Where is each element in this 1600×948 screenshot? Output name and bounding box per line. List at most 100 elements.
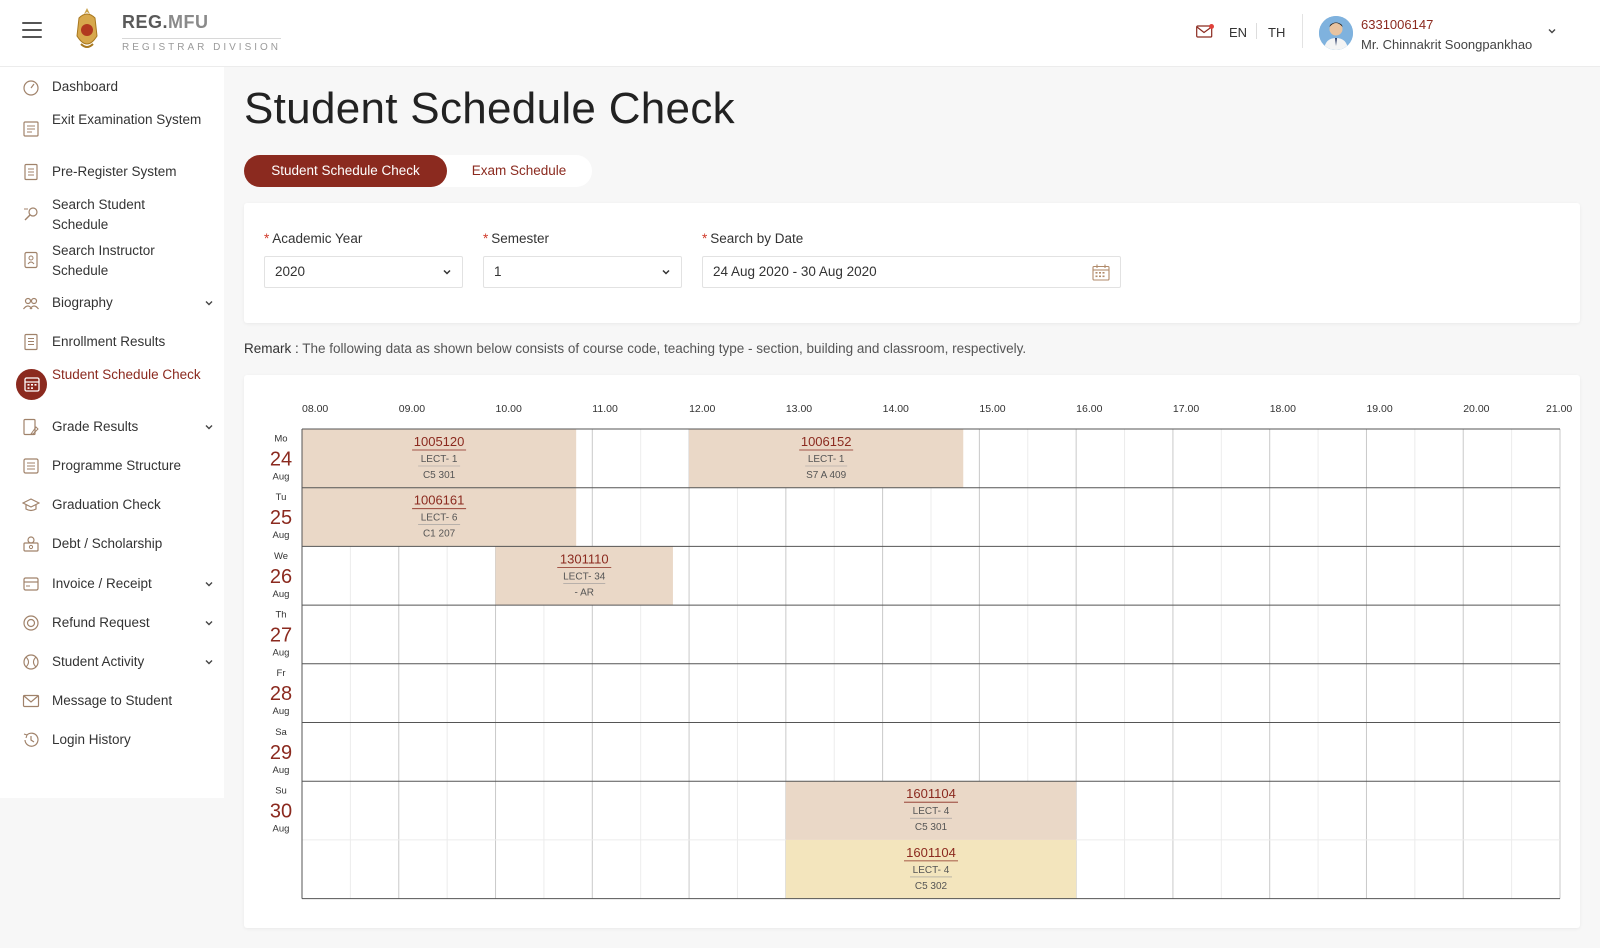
day-of-week-label: We — [274, 551, 288, 562]
sidebar-item-label: Search Instructor Schedule — [52, 243, 155, 278]
sidebar-item-label: Graduation Check — [52, 497, 161, 512]
weekly-timetable: 08.00 09.00 10.00 11.00 12.00 13.00 14.00 15.00… — [270, 403, 1572, 900]
user-divider — [1302, 14, 1303, 48]
invoice-icon — [23, 577, 39, 591]
refund-icon — [23, 615, 39, 631]
sidebar-item-label: Student Schedule Check — [52, 367, 201, 382]
day-date-label: 24 — [270, 448, 292, 470]
event-room: C5 301 — [423, 470, 456, 481]
avatar[interactable] — [1319, 16, 1353, 50]
sidebar-item-login-history[interactable]: Login History — [0, 730, 224, 750]
tab-exam-schedule[interactable]: Exam Schedule — [454, 155, 584, 187]
people-icon — [23, 297, 39, 310]
list-icon — [23, 458, 39, 474]
schedule-event[interactable]: 1601104 LECT- 4 C5 301 — [785, 781, 1077, 840]
event-course-code[interactable]: 1005120 — [414, 434, 465, 449]
day-of-week-label: Su — [275, 786, 287, 797]
event-room: - AR — [575, 587, 594, 598]
sidebar-item-label: Message to Student — [52, 693, 173, 708]
dashboard-icon — [23, 80, 39, 96]
chevron-down-icon[interactable] — [204, 298, 214, 308]
event-course-code[interactable]: 1601104 — [906, 845, 956, 860]
schedule-card: 08.00 09.00 10.00 11.00 12.00 13.00 14.00 15.00… — [244, 375, 1580, 928]
day-of-week-label: Th — [275, 609, 286, 620]
university-crest-logo[interactable] — [70, 6, 104, 54]
day-month-label: Aug — [273, 824, 290, 835]
sidebar-item-search-instructor-schedule[interactable]: Search Instructor Schedule — [0, 241, 224, 281]
sidebar-item-programme-structure[interactable]: Programme Structure — [0, 456, 224, 476]
event-course-code[interactable]: 1301110 — [560, 551, 609, 566]
user-menu-chevron-down-icon[interactable] — [1547, 26, 1557, 36]
avatar-photo-icon — [1319, 16, 1353, 50]
history-icon — [23, 732, 39, 747]
day-month-label: Aug — [273, 647, 290, 658]
day-date-label: 29 — [270, 742, 292, 764]
notification-mail-icon[interactable] — [1196, 24, 1214, 38]
user-id: 6331006147 — [1361, 17, 1434, 32]
chevron-down-icon[interactable] — [204, 618, 214, 628]
sidebar-item-grade-results[interactable]: Grade Results — [0, 417, 224, 437]
tab-student-schedule-check[interactable]: Student Schedule Check — [244, 155, 447, 187]
sidebar-item-label: Invoice / Receipt — [52, 576, 152, 591]
semester-label: * Semester — [483, 231, 550, 246]
event-room: S7 A 409 — [806, 470, 846, 481]
sidebar-item-exit-examination-system[interactable]: Exit Examination System — [0, 110, 224, 150]
sidebar-item-search-student-schedule[interactable]: Search Student Schedule — [0, 195, 224, 235]
schedule-event[interactable]: 1006161 LECT- 6 C1 207 — [302, 487, 577, 547]
sidebar-item-label: Enrollment Results — [52, 334, 166, 349]
chevron-down-icon[interactable] — [204, 657, 214, 667]
event-course-code[interactable]: 1601104 — [906, 786, 956, 801]
chevron-down-icon[interactable] — [204, 579, 214, 589]
schedule-event[interactable]: 1301110 LECT- 34 - AR — [495, 546, 673, 606]
lang-divider — [1256, 23, 1257, 39]
sidebar-item-label: Search Student Schedule — [52, 197, 146, 232]
sidebar-item-refund-request[interactable]: Refund Request — [0, 613, 224, 633]
hour-label: 14.00 — [883, 403, 909, 415]
academic-year-label: * Academic Year — [264, 231, 363, 246]
event-room: C5 301 — [915, 822, 948, 833]
event-course-code[interactable]: 1006152 — [801, 434, 852, 449]
sidebar: Dashboard Exit Examination System Pre-Regi… — [0, 67, 224, 798]
sidebar-item-biography[interactable]: Biography — [0, 293, 224, 313]
menu-toggle-icon[interactable] — [22, 22, 42, 38]
event-course-code[interactable]: 1006161 — [414, 493, 465, 508]
sidebar-item-pre-register-system[interactable]: Pre-Register System — [0, 162, 224, 182]
schedule-event[interactable]: 1006152 LECT- 1 S7 A 409 — [689, 429, 964, 488]
chevron-down-icon[interactable] — [204, 422, 214, 432]
day-date-label: 28 — [270, 683, 292, 705]
hour-label: 08.00 — [302, 403, 328, 415]
user-name: Mr. Chinnakrit Soongpankhao — [1361, 37, 1533, 52]
mail-icon — [22, 694, 40, 708]
sidebar-item-graduation-check[interactable]: Graduation Check — [0, 495, 224, 515]
calendar-icon — [23, 377, 40, 392]
day-of-week-label: Fr — [277, 668, 286, 679]
hour-label: 11.00 — [592, 403, 618, 415]
sidebar-item-enrollment-results[interactable]: Enrollment Results — [0, 332, 224, 352]
graduation-cap-icon — [22, 498, 40, 512]
sidebar-item-dashboard[interactable]: Dashboard — [0, 77, 224, 97]
sidebar-item-invoice-receipt[interactable]: Invoice / Receipt — [0, 574, 224, 594]
calendar-icon[interactable] — [1092, 264, 1110, 281]
remark-note: Remark : The following data as shown bel… — [244, 341, 1027, 356]
sidebar-item-label: Debt / Scholarship — [52, 536, 163, 551]
event-room: C5 302 — [915, 881, 948, 892]
lang-en-button[interactable]: EN — [1229, 25, 1247, 40]
sidebar-item-debt-scholarship[interactable]: Debt / Scholarship — [0, 534, 224, 554]
date-range-picker[interactable]: 24 Aug 2020 - 30 Aug 2020 — [702, 256, 1121, 288]
enrollment-icon — [24, 333, 38, 351]
lang-th-button[interactable]: TH — [1268, 25, 1285, 40]
exam-icon — [23, 121, 39, 137]
hour-label: 21.00 — [1546, 403, 1572, 415]
schedule-event[interactable]: 1601104 LECT- 4 C5 302 — [785, 839, 1077, 899]
money-icon — [23, 536, 39, 552]
sidebar-item-message-to-student[interactable]: Message to Student — [0, 691, 224, 711]
sidebar-item-student-schedule-check[interactable]: Student Schedule Check — [0, 365, 224, 405]
brand-subtitle: REGISTRAR DIVISION — [122, 38, 282, 53]
semester-select[interactable]: 1 — [483, 256, 682, 288]
academic-year-select[interactable]: 2020 — [264, 256, 463, 288]
schedule-event[interactable]: 1005120 LECT- 1 C5 301 — [302, 429, 577, 488]
day-month-label: Aug — [273, 471, 290, 482]
event-teaching-type: LECT- 1 — [421, 454, 458, 465]
sidebar-item-student-activity[interactable]: Student Activity — [0, 652, 224, 672]
hour-label: 18.00 — [1270, 403, 1296, 415]
